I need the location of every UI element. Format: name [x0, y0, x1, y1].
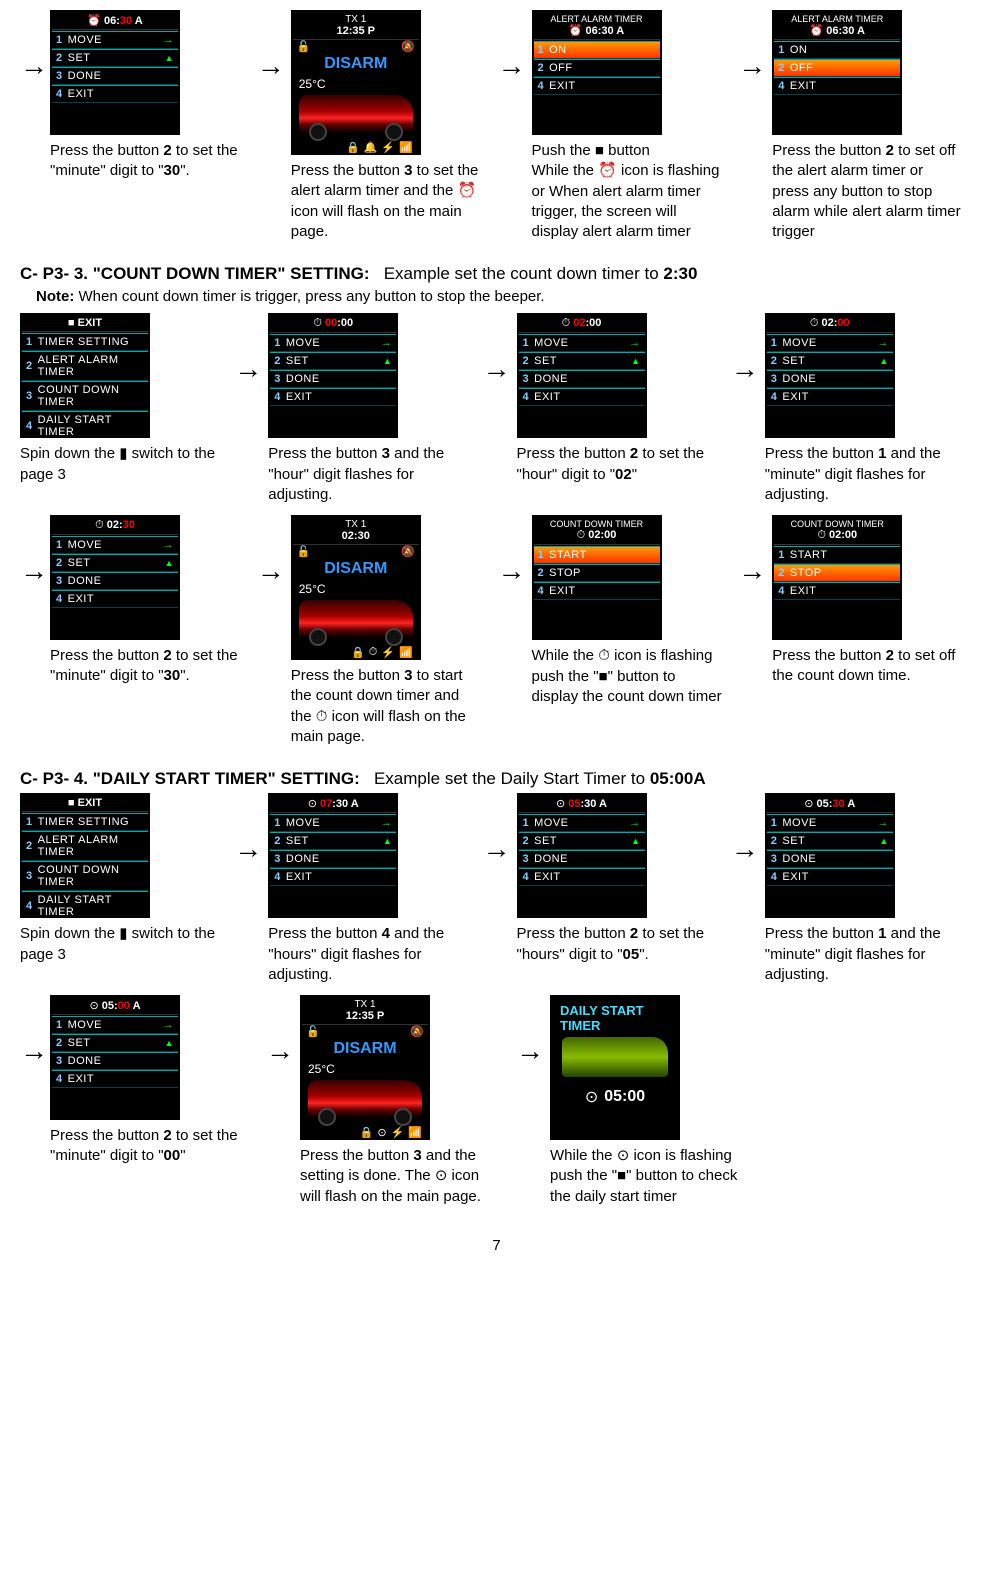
arrow-icon: → — [20, 555, 48, 587]
step-caption: Press the button 2 to set the "hour" dig… — [517, 444, 715, 485]
instruction-step: ⏰ 06:30 A1MOVE→2SET▲3DONE4EXIT Press the … — [50, 10, 241, 182]
arrow-icon: → — [234, 833, 262, 865]
step-row: →⊙ 05:00 A1MOVE→2SET▲3DONE4EXITPress the… — [20, 995, 973, 1207]
step-row: →⏰ 06:30 A1MOVE→2SET▲3DONE4EXITPress the… — [20, 10, 973, 242]
arrow-icon: → — [483, 353, 511, 385]
instruction-step: TX 112:35 P🔓🔕DISARM25°C🔒🔔⚡📶Press the but… — [291, 10, 482, 242]
device-screen: ⏱ 02:001MOVE→2SET▲3DONE4EXIT — [765, 313, 895, 438]
step-caption: Spin down the ▮ switch to the page 3 — [20, 924, 218, 965]
page-number: 7 — [20, 1237, 973, 1254]
arrow-icon: → — [516, 1035, 544, 1067]
arrow-icon: → — [738, 555, 766, 587]
arrow-icon: → — [738, 50, 766, 82]
arrow-icon: → — [266, 1035, 294, 1067]
instruction-step: ALERT ALARM TIMER⏰ 06:30 A1ON2OFF4EXITPr… — [772, 10, 963, 242]
device-screen: ⏰ 06:30 A1MOVE→2SET▲3DONE4EXIT — [50, 10, 180, 135]
instruction-step: ⏱ 02:001MOVE→2SET▲3DONE4EXIT Press the bu… — [517, 313, 715, 485]
instruction-step: ⏱ 00:001MOVE→2SET▲3DONE4EXITPress the bu… — [268, 313, 466, 505]
step-row: →⏱ 02:301MOVE→2SET▲3DONE4EXITPress the b… — [20, 515, 973, 747]
step-row: ■ EXIT1TIMER SETTING2ALERT ALARM TIMER3C… — [20, 313, 973, 505]
instruction-step: TX 112:35 P🔓🔕DISARM25°C🔒⊙⚡📶Press the but… — [300, 995, 500, 1207]
device-screen: ⏱ 00:001MOVE→2SET▲3DONE4EXIT — [268, 313, 398, 438]
arrow-icon: → — [498, 555, 526, 587]
device-screen: ALERT ALARM TIMER⏰ 06:30 A1ON2OFF4EXIT — [772, 10, 902, 135]
device-screen: COUNT DOWN TIMER⏱ 02:001START2STOP4EXIT — [772, 515, 902, 640]
device-screen: TX 112:35 P🔓🔕DISARM25°C🔒🔔⚡📶 — [291, 10, 421, 155]
step-caption: Press the button 2 to set the "hours" di… — [517, 924, 715, 965]
arrow-icon: → — [483, 833, 511, 865]
step-caption: Press the button 3 and the "hour" digit … — [268, 444, 466, 505]
step-caption: Press the button 3 to start the count do… — [291, 666, 482, 747]
instruction-step: ⊙ 05:30 A1MOVE→2SET▲3DONE4EXIT Press the … — [517, 793, 715, 965]
device-screen: ■ EXIT1TIMER SETTING2ALERT ALARM TIMER3C… — [20, 313, 150, 438]
instruction-step: ■ EXIT1TIMER SETTING2ALERT ALARM TIMER3C… — [20, 793, 218, 965]
arrow-icon: → — [257, 50, 285, 82]
device-screen: ⊙ 05:30 A1MOVE→2SET▲3DONE4EXIT — [517, 793, 647, 918]
step-caption: Press the button 2 to set off the count … — [772, 646, 963, 687]
device-screen: ⏱ 02:001MOVE→2SET▲3DONE4EXIT — [517, 313, 647, 438]
step-caption: While the ⏱ icon is flashing push the "■… — [532, 646, 723, 707]
step-caption: Press the button 4 and the "hours" digit… — [268, 924, 466, 985]
instruction-step: ■ EXIT1TIMER SETTING2ALERT ALARM TIMER3C… — [20, 313, 218, 485]
instruction-step: TX 102:30🔓🔕DISARM25°C🔒⏱⚡📶Press the butto… — [291, 515, 482, 747]
section-heading: C- P3- 3. "COUNT DOWN TIMER" SETTING: Ex… — [20, 264, 973, 284]
step-caption: While the ⊙ icon is flashing push the "■… — [550, 1146, 750, 1207]
arrow-icon: → — [20, 50, 48, 82]
instruction-step: COUNT DOWN TIMER⏱ 02:001START2STOP4EXIT P… — [772, 515, 963, 687]
arrow-icon: → — [731, 833, 759, 865]
section-note: Note: When count down timer is trigger, … — [36, 288, 973, 305]
step-caption: Press the button 2 to set off the alert … — [772, 141, 963, 242]
section-heading: C- P3- 4. "DAILY START TIMER" SETTING: E… — [20, 769, 973, 789]
device-screen: ■ EXIT1TIMER SETTING2ALERT ALARM TIMER3C… — [20, 793, 150, 918]
device-screen: ⊙ 05:30 A1MOVE→2SET▲3DONE4EXIT — [765, 793, 895, 918]
device-screen: ⊙ 05:00 A1MOVE→2SET▲3DONE4EXIT — [50, 995, 180, 1120]
step-caption: Push the ■ buttonWhile the ⏰ icon is fla… — [532, 141, 723, 242]
instruction-step: ⏱ 02:301MOVE→2SET▲3DONE4EXIT Press the bu… — [50, 515, 241, 687]
step-row: ■ EXIT1TIMER SETTING2ALERT ALARM TIMER3C… — [20, 793, 973, 985]
step-caption: Press the button 2 to set the "minute" d… — [50, 1126, 250, 1167]
device-screen: ⊙ 07:30 A1MOVE→2SET▲3DONE4EXIT — [268, 793, 398, 918]
instruction-step: ALERT ALARM TIMER⏰ 06:30 A1ON2OFF4EXITPu… — [532, 10, 723, 242]
instruction-step: ⏱ 02:001MOVE→2SET▲3DONE4EXITPress the bu… — [765, 313, 963, 505]
device-screen: TX 112:35 P🔓🔕DISARM25°C🔒⊙⚡📶 — [300, 995, 430, 1140]
step-caption: Press the button 3 to set the alert alar… — [291, 161, 482, 242]
step-caption: Spin down the ▮ switch to the page 3 — [20, 444, 218, 485]
instruction-step: COUNT DOWN TIMER⏱ 02:001START2STOP4EXITW… — [532, 515, 723, 707]
step-caption: Press the button 1 and the "minute" digi… — [765, 444, 963, 505]
device-screen: DAILY STARTTIMER⊙05:00 — [550, 995, 680, 1140]
device-screen: TX 102:30🔓🔕DISARM25°C🔒⏱⚡📶 — [291, 515, 421, 660]
step-caption: Press the button 1 and the "minute" digi… — [765, 924, 963, 985]
arrow-icon: → — [20, 1035, 48, 1067]
arrow-icon: → — [234, 353, 262, 385]
step-caption: Press the button 2 to set the "minute" d… — [50, 646, 241, 687]
device-screen: ⏱ 02:301MOVE→2SET▲3DONE4EXIT — [50, 515, 180, 640]
arrow-icon: → — [257, 555, 285, 587]
instruction-step: DAILY STARTTIMER⊙05:00While the ⊙ icon i… — [550, 995, 750, 1207]
device-screen: COUNT DOWN TIMER⏱ 02:001START2STOP4EXIT — [532, 515, 662, 640]
instruction-step: ⊙ 07:30 A1MOVE→2SET▲3DONE4EXITPress the … — [268, 793, 466, 985]
step-caption: Press the button 3 and the setting is do… — [300, 1146, 500, 1207]
instruction-step: ⊙ 05:00 A1MOVE→2SET▲3DONE4EXIT Press the … — [50, 995, 250, 1167]
instruction-step: ⊙ 05:30 A1MOVE→2SET▲3DONE4EXITPress the … — [765, 793, 963, 985]
step-caption: Press the button 2 to set the "minute" d… — [50, 141, 241, 182]
arrow-icon: → — [731, 353, 759, 385]
arrow-icon: → — [498, 50, 526, 82]
device-screen: ALERT ALARM TIMER⏰ 06:30 A1ON2OFF4EXIT — [532, 10, 662, 135]
